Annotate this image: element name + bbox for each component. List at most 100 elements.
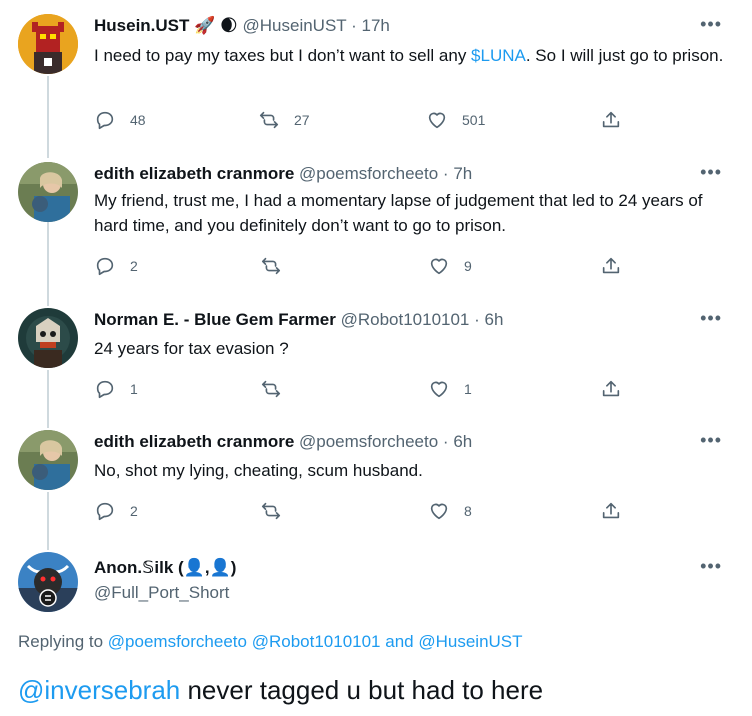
reply-count: 1 bbox=[130, 381, 138, 397]
heart-icon bbox=[430, 503, 448, 520]
tweet-header: edith elizabeth cranmore @poemsforcheeto… bbox=[94, 430, 472, 454]
handle[interactable]: @poemsforcheeto bbox=[299, 164, 438, 183]
separator: · bbox=[442, 164, 449, 183]
main-tweet[interactable]: Anon.𝕊ilk (👤,👤) @Full_Port_Short ••• bbox=[0, 552, 752, 622]
handle[interactable]: @poemsforcheeto bbox=[299, 432, 438, 451]
mention-link[interactable]: @Robot1010101 bbox=[252, 632, 381, 651]
tweet-header: Husein.UST 🚀 🌒 @HuseinUST · 17h bbox=[94, 14, 390, 38]
avatar[interactable] bbox=[18, 308, 78, 368]
like-count: 1 bbox=[464, 381, 472, 397]
more-options-icon[interactable]: ••• bbox=[700, 162, 722, 182]
tweet-thread: Husein.UST 🚀 🌒 @HuseinUST · 17h ••• I ne… bbox=[0, 0, 752, 716]
tweet[interactable]: Norman E. - Blue Gem Farmer @Robot101010… bbox=[0, 308, 752, 418]
handle[interactable]: @Robot1010101 bbox=[341, 310, 470, 329]
display-name[interactable]: edith elizabeth cranmore bbox=[94, 164, 294, 183]
tweet[interactable]: Husein.UST 🚀 🌒 @HuseinUST · 17h ••• I ne… bbox=[0, 14, 752, 144]
like-button[interactable]: 1 bbox=[428, 377, 472, 401]
more-options-icon[interactable]: ••• bbox=[700, 430, 722, 450]
tweet-text: I need to pay my taxes but I don’t want … bbox=[94, 43, 734, 68]
tweet-handle-row: @Full_Port_Short bbox=[94, 581, 229, 605]
main-tweet-body: never tagged u but had to here bbox=[180, 675, 544, 705]
avatar[interactable] bbox=[18, 14, 78, 74]
avatar[interactable] bbox=[18, 162, 78, 222]
tweet-text-part: I need to pay my taxes but I don’t want … bbox=[94, 46, 472, 65]
timestamp[interactable]: 7h bbox=[453, 164, 472, 183]
separator: · bbox=[442, 432, 449, 451]
replying-to: Replying to @poemsforcheeto @Robot101010… bbox=[18, 632, 523, 652]
retweet-icon bbox=[259, 111, 279, 129]
tweet-actions: 2 8 bbox=[94, 499, 734, 523]
share-button[interactable] bbox=[600, 108, 622, 132]
reply-button[interactable]: 2 bbox=[94, 254, 138, 278]
mention-link[interactable]: @HuseinUST bbox=[418, 632, 522, 651]
reply-count: 48 bbox=[130, 112, 146, 128]
share-icon bbox=[602, 380, 620, 397]
mention-link[interactable]: @poemsforcheeto bbox=[108, 632, 247, 651]
reply-button[interactable]: 1 bbox=[94, 377, 138, 401]
replying-and[interactable]: and bbox=[385, 632, 413, 651]
retweet-icon bbox=[261, 380, 281, 398]
avatar-bull-icon bbox=[18, 552, 78, 612]
display-name[interactable]: Husein.UST bbox=[94, 16, 189, 35]
tweet-header: Norman E. - Blue Gem Farmer @Robot101010… bbox=[94, 308, 503, 332]
handle[interactable]: @Full_Port_Short bbox=[94, 583, 229, 602]
like-count: 9 bbox=[464, 258, 472, 274]
display-name[interactable]: edith elizabeth cranmore bbox=[94, 432, 294, 451]
share-icon bbox=[602, 502, 620, 519]
tweet[interactable]: edith elizabeth cranmore @poemsforcheeto… bbox=[0, 430, 752, 540]
avatar[interactable] bbox=[18, 430, 78, 490]
tweet-actions: 1 1 bbox=[94, 377, 734, 401]
separator: · bbox=[474, 310, 480, 329]
retweet-button[interactable]: 27 bbox=[258, 108, 310, 132]
retweet-button[interactable] bbox=[260, 499, 296, 523]
retweet-icon bbox=[261, 257, 281, 275]
timestamp[interactable]: 17h bbox=[362, 16, 390, 35]
main-tweet-text: @inversebrah never tagged u but had to h… bbox=[18, 672, 543, 708]
timestamp[interactable]: 6h bbox=[485, 310, 504, 329]
like-count: 501 bbox=[462, 112, 486, 128]
reply-icon bbox=[96, 111, 114, 130]
tweet-actions: 2 9 bbox=[94, 254, 734, 278]
share-button[interactable] bbox=[600, 377, 622, 401]
like-button[interactable]: 8 bbox=[428, 499, 472, 523]
avatar-photo-icon bbox=[18, 430, 78, 490]
retweet-count: 27 bbox=[294, 112, 310, 128]
more-options-icon[interactable]: ••• bbox=[700, 556, 722, 576]
like-count: 8 bbox=[464, 503, 472, 519]
retweet-button[interactable] bbox=[260, 254, 296, 278]
more-options-icon[interactable]: ••• bbox=[700, 308, 722, 328]
retweet-button[interactable] bbox=[260, 377, 296, 401]
like-button[interactable]: 501 bbox=[426, 108, 485, 132]
tweet-header: edith elizabeth cranmore @poemsforcheeto… bbox=[94, 162, 472, 186]
share-button[interactable] bbox=[600, 499, 622, 523]
share-button[interactable] bbox=[600, 254, 622, 278]
heart-icon bbox=[428, 112, 446, 129]
display-name[interactable]: Norman E. - Blue Gem Farmer bbox=[94, 310, 336, 329]
timestamp[interactable]: 6h bbox=[453, 432, 472, 451]
name-emoji: 🚀 🌒 bbox=[194, 16, 238, 35]
tweet-actions: 48 27 501 bbox=[94, 108, 734, 132]
replying-prefix: Replying to bbox=[18, 632, 104, 651]
like-button[interactable]: 9 bbox=[428, 254, 472, 278]
share-icon bbox=[602, 257, 620, 274]
heart-icon bbox=[430, 258, 448, 275]
tweet-header: Anon.𝕊ilk (👤,👤) bbox=[94, 556, 236, 580]
display-name[interactable]: Anon.𝕊ilk (👤,👤) bbox=[94, 558, 236, 577]
tweet-text: No, shot my lying, cheating, scum husban… bbox=[94, 461, 423, 480]
reply-icon bbox=[96, 502, 114, 521]
tweet[interactable]: edith elizabeth cranmore @poemsforcheeto… bbox=[0, 162, 752, 292]
share-icon bbox=[602, 111, 620, 128]
avatar-pixel-art-icon bbox=[18, 14, 78, 74]
avatar-photo-icon bbox=[18, 162, 78, 222]
heart-icon bbox=[430, 381, 448, 398]
tweet-text: My friend, trust me, I had a momentary l… bbox=[94, 191, 703, 235]
reply-button[interactable]: 48 bbox=[94, 108, 146, 132]
mention-link[interactable]: @inversebrah bbox=[18, 675, 180, 705]
retweet-icon bbox=[261, 502, 281, 520]
handle[interactable]: @HuseinUST bbox=[243, 16, 347, 35]
reply-count: 2 bbox=[130, 503, 138, 519]
more-options-icon[interactable]: ••• bbox=[700, 14, 722, 34]
cashtag-link[interactable]: $LUNA bbox=[471, 46, 526, 65]
avatar[interactable] bbox=[18, 552, 78, 612]
reply-button[interactable]: 2 bbox=[94, 499, 138, 523]
